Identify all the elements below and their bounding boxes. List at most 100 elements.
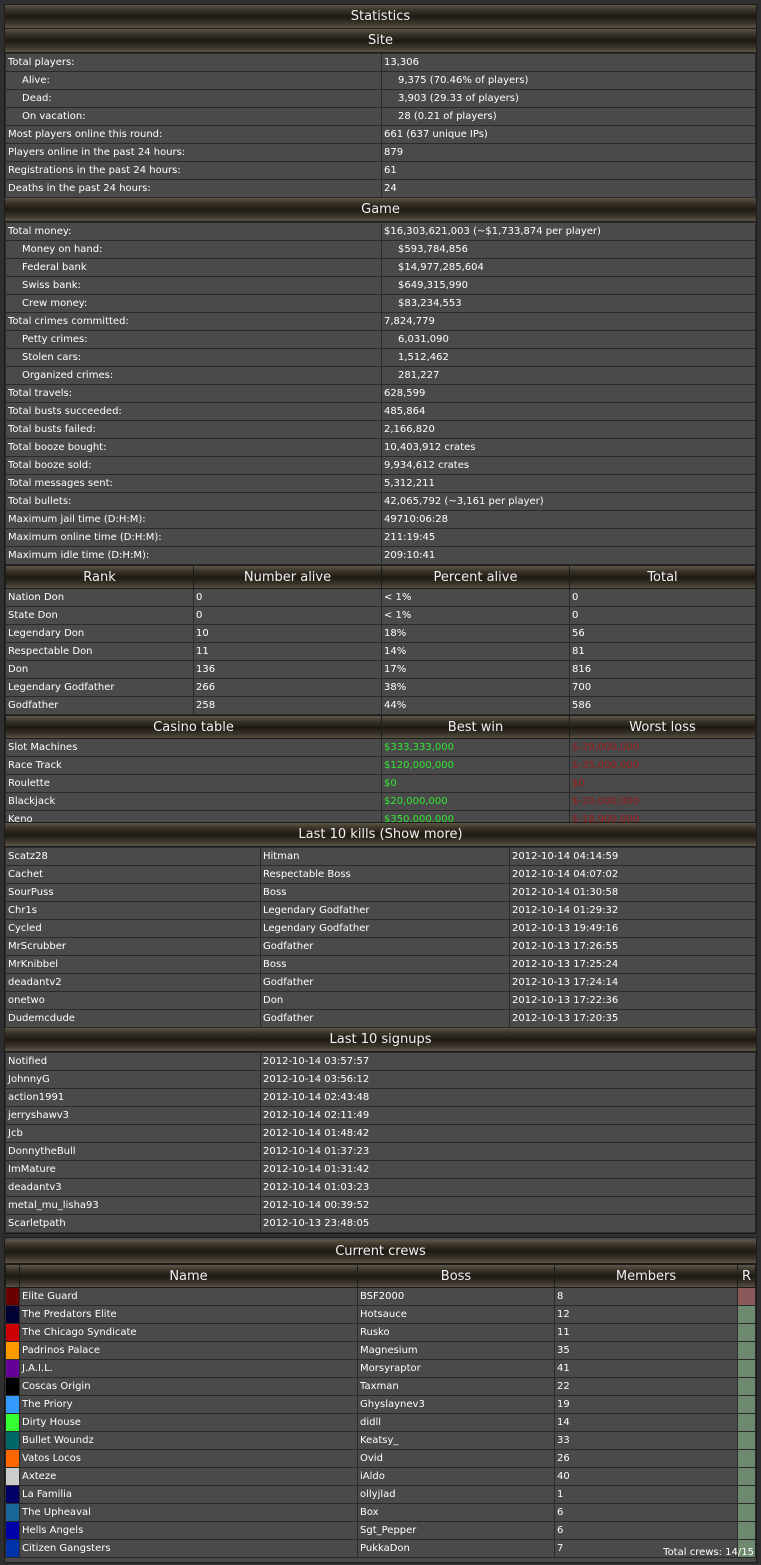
signup-player-name[interactable]: metal_mu_lisha93 xyxy=(5,1196,261,1215)
kill-row: onetwo Don 2012-10-13 17:22:36 xyxy=(5,991,756,1010)
crew-boss[interactable]: Sgt_Pepper xyxy=(357,1521,555,1540)
crew-boss[interactable]: Ghyslaynev3 xyxy=(357,1395,555,1414)
stat-value: 10,403,912 crates xyxy=(381,438,756,457)
signup-timestamp: 2012-10-14 02:43:48 xyxy=(260,1088,756,1107)
kill-timestamp: 2012-10-13 17:24:14 xyxy=(509,973,756,992)
crew-color-header xyxy=(5,1264,20,1288)
crew-boss[interactable]: didll xyxy=(357,1413,555,1432)
crew-boss-header: Boss xyxy=(357,1264,555,1288)
stat-value: 879 xyxy=(381,143,756,162)
percent-alive-header: Percent alive xyxy=(381,565,570,589)
casino-best-win: $333,333,000 xyxy=(381,738,570,757)
crews-panel: Current crews Name Boss Members R Elite … xyxy=(4,1237,757,1563)
crew-boss[interactable]: Morsyraptor xyxy=(357,1359,555,1378)
crew-color-swatch xyxy=(5,1377,20,1396)
last-kills-title[interactable]: Last 10 kills (Show more) xyxy=(5,823,756,847)
crew-name[interactable]: The Chicago Syndicate xyxy=(19,1323,358,1342)
crew-boss[interactable]: ollyjlad xyxy=(357,1485,555,1504)
rank-number-alive: 10 xyxy=(193,624,382,643)
kill-player-name[interactable]: onetwo xyxy=(5,991,261,1010)
crew-row: Axteze iAldo 40 xyxy=(5,1467,756,1486)
crew-name[interactable]: The Priory xyxy=(19,1395,358,1414)
signup-timestamp: 2012-10-14 00:39:52 xyxy=(260,1196,756,1215)
crew-name[interactable]: Axteze xyxy=(19,1467,358,1486)
crew-boss[interactable]: Hotsauce xyxy=(357,1305,555,1324)
stat-value: 628,599 xyxy=(381,384,756,403)
crews-table: Name Boss Members R Elite Guard BSF2000 8 T… xyxy=(5,1264,756,1558)
rank-number-alive: 11 xyxy=(193,642,382,661)
stat-value: 28 (0.21 of players) xyxy=(381,107,756,126)
crew-color-swatch xyxy=(5,1305,20,1324)
crew-name[interactable]: Coscas Origin xyxy=(19,1377,358,1396)
signup-player-name[interactable]: Scarletpath xyxy=(5,1214,261,1233)
crew-boss[interactable]: Keatsy_ xyxy=(357,1431,555,1450)
signup-timestamp: 2012-10-14 01:48:42 xyxy=(260,1124,756,1143)
kill-player-name[interactable]: MrKnibbel xyxy=(5,955,261,974)
crew-recruiting-indicator xyxy=(737,1287,756,1306)
crew-recruiting-indicator xyxy=(737,1449,756,1468)
kill-player-name[interactable]: deadantv2 xyxy=(5,973,261,992)
signup-player-name[interactable]: Jcb xyxy=(5,1124,261,1143)
stat-value: 1,512,462 xyxy=(381,348,756,367)
stat-label: Crew money: xyxy=(5,294,382,313)
crew-name[interactable]: Vatos Locos xyxy=(19,1449,358,1468)
casino-worst-loss: $0 xyxy=(569,774,756,793)
crew-boss[interactable]: Box xyxy=(357,1503,555,1522)
crew-boss[interactable]: Magnesium xyxy=(357,1341,555,1360)
crew-members: 40 xyxy=(554,1467,738,1486)
kill-player-name[interactable]: Cycled xyxy=(5,919,261,938)
signup-player-name[interactable]: Notified xyxy=(5,1052,261,1071)
kill-player-name[interactable]: Cachet xyxy=(5,865,261,884)
stat-label: Total busts succeeded: xyxy=(5,402,382,421)
signup-row: JohnnyG 2012-10-14 03:56:12 xyxy=(5,1070,756,1089)
signup-player-name[interactable]: ImMature xyxy=(5,1160,261,1179)
stat-label: Organized crimes: xyxy=(5,366,382,385)
crew-name[interactable]: The Predators Elite xyxy=(19,1305,358,1324)
crew-members: 41 xyxy=(554,1359,738,1378)
kill-player-name[interactable]: SourPuss xyxy=(5,883,261,902)
kill-player-name[interactable]: MrScrubber xyxy=(5,937,261,956)
signup-player-name[interactable]: deadantv3 xyxy=(5,1178,261,1197)
stat-value: 9,375 (70.46% of players) xyxy=(381,71,756,90)
casino-best-win: $0 xyxy=(381,774,570,793)
signup-player-name[interactable]: action1991 xyxy=(5,1088,261,1107)
crew-name[interactable]: Bullet Woundz xyxy=(19,1431,358,1450)
crew-name[interactable]: Elite Guard xyxy=(19,1287,358,1306)
stat-label: Total travels: xyxy=(5,384,382,403)
crew-members: 33 xyxy=(554,1431,738,1450)
rank-percent-alive: 38% xyxy=(381,678,570,697)
stat-label: Maximum online time (D:H:M): xyxy=(5,528,382,547)
crew-row: La Familia ollyjlad 1 xyxy=(5,1485,756,1504)
crew-recruiting-indicator xyxy=(737,1341,756,1360)
stat-label: Maximum idle time (D:H:M): xyxy=(5,546,382,565)
game-stat-row: Swiss bank: $649,315,990 xyxy=(5,276,756,295)
crew-boss[interactable]: PukkaDon xyxy=(357,1539,555,1558)
casino-best-win: $20,000,000 xyxy=(381,792,570,811)
crew-name[interactable]: J.A.I.L. xyxy=(19,1359,358,1378)
kill-player-name[interactable]: Chr1s xyxy=(5,901,261,920)
stat-value: 7,824,779 xyxy=(381,312,756,331)
crew-name[interactable]: Citizen Gangsters xyxy=(19,1539,358,1558)
signup-player-name[interactable]: JohnnyG xyxy=(5,1070,261,1089)
kill-player-name[interactable]: Scatz28 xyxy=(5,847,261,866)
crew-boss[interactable]: Taxman xyxy=(357,1377,555,1396)
crew-name[interactable]: Hells Angels xyxy=(19,1521,358,1540)
crew-name[interactable]: The Upheaval xyxy=(19,1503,358,1522)
crew-boss[interactable]: BSF2000 xyxy=(357,1287,555,1306)
crew-boss[interactable]: Rusko xyxy=(357,1323,555,1342)
rank-percent-alive: 44% xyxy=(381,696,570,715)
kill-player-name[interactable]: Dudemcdude xyxy=(5,1009,261,1028)
kill-row: SourPuss Boss 2012-10-14 01:30:58 xyxy=(5,883,756,902)
crew-name[interactable]: La Familia xyxy=(19,1485,358,1504)
signup-player-name[interactable]: jerryshawv3 xyxy=(5,1106,261,1125)
total-crews-count: Total crews: 14/15 xyxy=(663,1547,754,1558)
rank-name: Legendary Don xyxy=(5,624,194,643)
crew-boss[interactable]: Ovid xyxy=(357,1449,555,1468)
crew-boss[interactable]: iAldo xyxy=(357,1467,555,1486)
rank-number-alive: 0 xyxy=(193,606,382,625)
activity-panel: Last 10 kills (Show more) Scatz28 Hitman 2… xyxy=(4,822,757,1234)
crew-name[interactable]: Padrinos Palace xyxy=(19,1341,358,1360)
signup-player-name[interactable]: DonnytheBull xyxy=(5,1142,261,1161)
crew-name[interactable]: Dirty House xyxy=(19,1413,358,1432)
rank-name: Legendary Godfather xyxy=(5,678,194,697)
